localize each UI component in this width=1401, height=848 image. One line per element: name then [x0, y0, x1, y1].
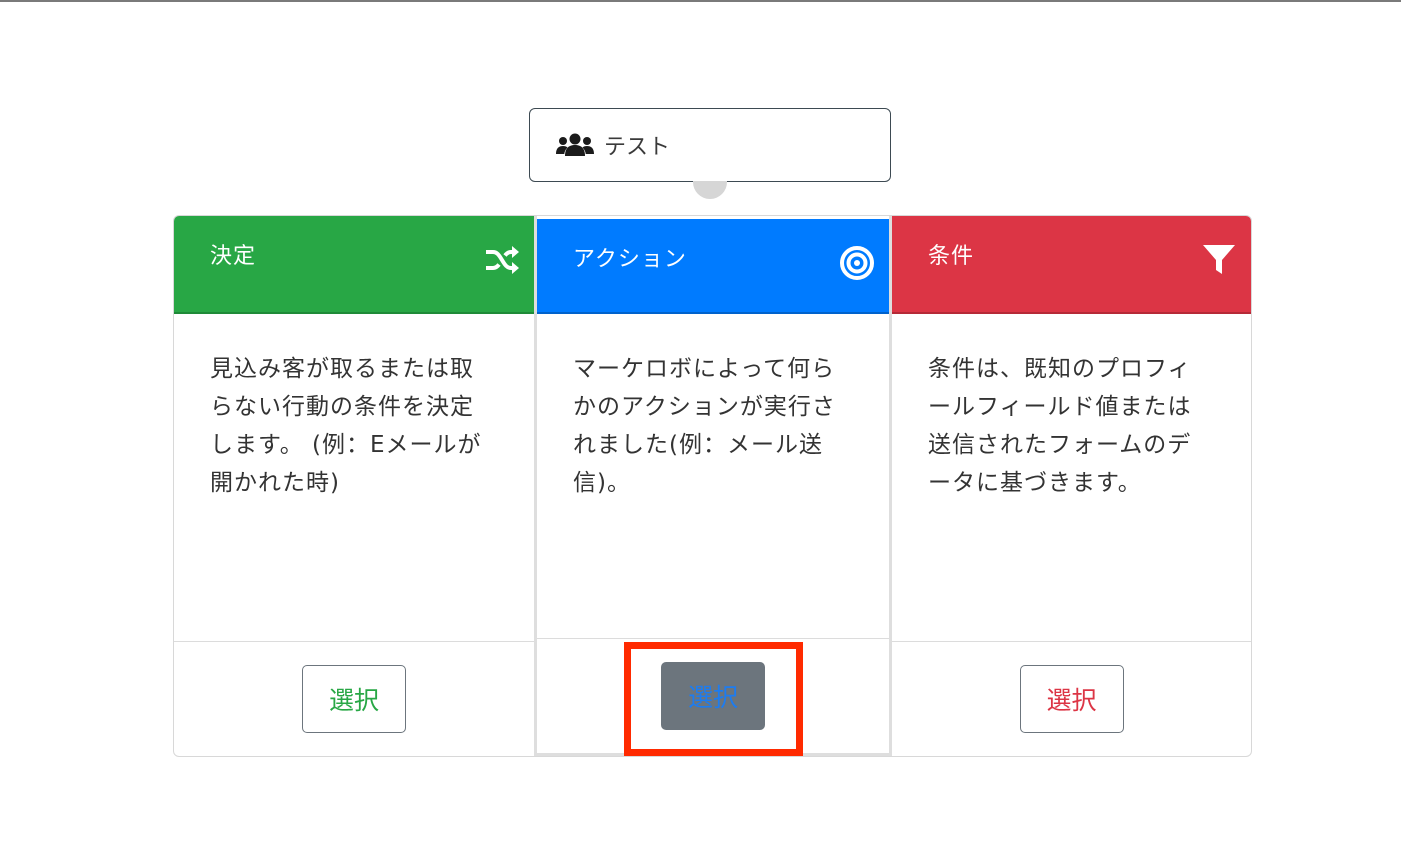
card-title: 決定 [210, 244, 257, 269]
description-line: 開かれた時) [210, 470, 340, 496]
card-decision: 決定 見込み客が取るまたは取 らない行動の条件を決定 します。 (例：Eメールが… [174, 216, 534, 756]
select-decision-button[interactable]: 選択 [302, 665, 406, 733]
card-description: 条件は、既知のプロフィ ールフィールド値または 送信されたフォームのデ ータに基… [892, 314, 1251, 642]
description-line: 信)。 [573, 470, 631, 496]
top-border-line [0, 0, 1401, 2]
card-description: マーケロボによって何ら かのアクションが実行さ れました(例：メール送 信)。 [537, 314, 889, 639]
description-line: ールフィールド値または [928, 394, 1192, 420]
select-condition-button[interactable]: 選択 [1019, 665, 1124, 733]
highlight-annotation-box [624, 642, 803, 756]
card-header-decision: 決定 [174, 216, 534, 314]
shuffle-icon [484, 242, 520, 278]
card-header-action: アクション [537, 219, 889, 314]
source-node[interactable]: テスト [529, 108, 891, 182]
source-node-label: テスト [604, 135, 671, 160]
description-line: らない行動の条件を決定 [210, 394, 474, 420]
card-footer: 選択 [174, 642, 534, 756]
description-line: ータに基づきます。 [928, 470, 1142, 496]
card-title: 条件 [928, 244, 975, 269]
card-description: 見込み客が取るまたは取 らない行動の条件を決定 します。 (例：Eメールが 開か… [174, 314, 534, 642]
description-line: します。 (例：Eメールが [210, 432, 482, 458]
filter-icon [1201, 242, 1237, 278]
bullseye-icon [839, 245, 875, 281]
description-line: かのアクションが実行さ [573, 394, 836, 420]
users-icon [556, 132, 594, 158]
description-line: マーケロボによって何ら [573, 356, 836, 382]
description-line: 条件は、既知のプロフィ [928, 356, 1192, 382]
connector-handle[interactable] [693, 181, 727, 199]
card-condition: 条件 条件は、既知のプロフィ ールフィールド値または 送信されたフォームのデ ー… [892, 216, 1251, 756]
card-title: アクション [573, 247, 687, 272]
description-line: 送信されたフォームのデ [928, 432, 1192, 458]
card-footer: 選択 [892, 642, 1251, 756]
card-header-condition: 条件 [892, 216, 1251, 314]
description-line: れました(例：メール送 [573, 432, 823, 458]
description-line: 見込み客が取るまたは取 [210, 356, 474, 382]
